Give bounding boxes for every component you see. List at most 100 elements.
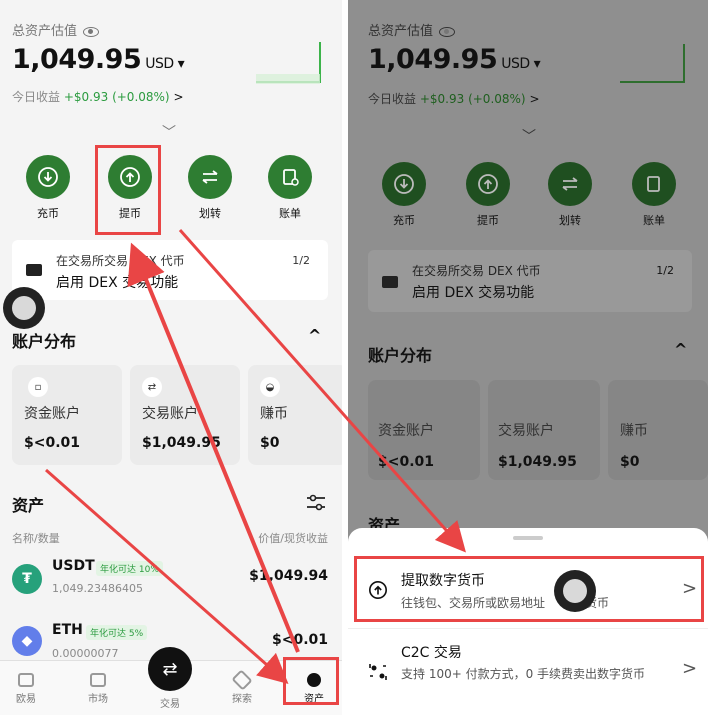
- nav-label: 交易: [160, 699, 180, 710]
- chevron-down-icon[interactable]: ﹀: [522, 126, 536, 146]
- download-icon: [26, 155, 70, 199]
- pnl-label: 今日收益: [368, 92, 417, 106]
- pnl-row[interactable]: 今日收益 +$0.93 (+0.08%) >: [368, 90, 540, 107]
- funding-account-card[interactable]: ▫ 资金账户 $<0.01: [12, 365, 122, 465]
- sparkline-chart: [620, 44, 685, 83]
- trading-account-card[interactable]: ⇄ 交易账户 $1,049.95: [130, 365, 240, 465]
- dex-banner[interactable]: 在交易所交易 DEX 代币 启用 DEX 交易功能 1/2: [368, 250, 692, 312]
- banner-line2: 启用 DEX 交易功能: [412, 285, 535, 301]
- asset-symbol: USDT: [52, 558, 95, 574]
- chevron-right-icon: >: [529, 92, 540, 106]
- total-assets-label: 总资产估值: [12, 20, 100, 39]
- asset-value: $1,049.94: [249, 568, 328, 584]
- nav-okx[interactable]: 欧易: [0, 673, 56, 705]
- sheet-divider: [348, 628, 708, 629]
- wallet-icon: [382, 276, 398, 288]
- transfer-button[interactable]: 划转: [540, 162, 600, 228]
- assets-title: 资产: [12, 496, 45, 515]
- pnl-value: +$0.93 (+0.08%): [63, 90, 170, 104]
- pnl-label: 今日收益: [12, 90, 61, 104]
- currency-dropdown[interactable]: USD ▾: [145, 56, 184, 72]
- transfer-icon: [188, 155, 232, 199]
- pnl-value: +$0.93 (+0.08%): [419, 92, 526, 106]
- card-name: 交易账户: [142, 406, 198, 422]
- bill-label: 账单: [643, 214, 665, 227]
- collapse-icon[interactable]: ^: [674, 340, 687, 359]
- eye-icon[interactable]: [439, 26, 456, 37]
- withdraw-button[interactable]: 提币: [458, 162, 518, 228]
- card-name: 交易账户: [498, 423, 554, 439]
- bag-icon: ▫: [28, 377, 48, 397]
- earn-card[interactable]: 赚币 $0: [608, 380, 708, 480]
- touch-indicator: [554, 570, 596, 612]
- bill-label: 账单: [279, 207, 301, 220]
- transfer-label: 划转: [199, 207, 221, 220]
- earn-card[interactable]: ◒ 赚币 $0: [248, 365, 342, 465]
- nav-explore[interactable]: 探索: [212, 669, 272, 705]
- card-value: $0: [620, 454, 640, 470]
- compass-icon: [231, 669, 253, 691]
- banner-line2: 启用 DEX 交易功能: [56, 275, 179, 291]
- asset-row-usdt[interactable]: ₮ USDT 年化可达 10% 1,049.23486405 $1,049.94: [0, 556, 342, 606]
- col-name-header: 名称/数量: [12, 532, 60, 545]
- dex-banner[interactable]: 在交易所交易 DEX 代币 启用 DEX 交易功能 1/2: [12, 240, 328, 300]
- bill-button[interactable]: 账单: [624, 162, 684, 228]
- card-value: $1,049.95: [498, 454, 577, 470]
- deposit-label: 充币: [393, 214, 415, 227]
- option-subtitle: 支持 100+ 付款方式，0 手续费卖出数字货币: [401, 667, 646, 681]
- card-value: $<0.01: [378, 454, 435, 470]
- distribution-title: 账户分布: [12, 332, 77, 351]
- currency-dropdown[interactable]: USD ▾: [501, 56, 540, 72]
- card-name: 资金账户: [24, 406, 80, 422]
- eth-icon: ◆: [12, 626, 42, 656]
- deposit-button[interactable]: 充币: [374, 162, 434, 228]
- balance-value: 1,049.95: [12, 44, 142, 75]
- deposit-label: 充币: [37, 207, 59, 220]
- nav-label: 市场: [88, 694, 108, 705]
- trading-account-card[interactable]: 交易账户 $1,049.95: [488, 380, 600, 480]
- asset-amount: 1,049.23486405: [52, 582, 143, 595]
- pnl-row[interactable]: 今日收益 +$0.93 (+0.08%) >: [12, 88, 184, 105]
- card-value: $0: [260, 435, 280, 451]
- chevron-right-icon: >: [682, 658, 698, 679]
- apy-tag: 年化可达 5%: [86, 625, 148, 640]
- total-label-text: 总资产估值: [368, 24, 434, 39]
- transfer-label: 划转: [559, 214, 581, 227]
- funding-account-card[interactable]: 资金账户 $<0.01: [368, 380, 480, 480]
- card-name: 资金账户: [378, 423, 434, 439]
- banner-line1: 在交易所交易 DEX 代币: [56, 254, 185, 268]
- sparkline-chart: [256, 42, 321, 84]
- withdraw-label: 提币: [477, 214, 499, 227]
- asset-symbol: ETH: [52, 622, 83, 638]
- collapse-icon[interactable]: ^: [308, 326, 321, 345]
- card-name: 赚币: [260, 406, 288, 422]
- balance-row: 1,049.95 USD ▾: [368, 44, 541, 75]
- eye-icon[interactable]: [83, 26, 100, 37]
- asset-value: $<0.01: [271, 632, 328, 648]
- chevron-right-icon: >: [173, 90, 184, 104]
- c2c-option[interactable]: C2C 交易 支持 100+ 付款方式，0 手续费卖出数字货币 >: [356, 636, 704, 706]
- col-value-header: 价值/现货收益: [258, 532, 328, 545]
- deposit-button[interactable]: 充币: [18, 155, 78, 221]
- transfer-button[interactable]: 划转: [180, 155, 240, 221]
- filter-icon[interactable]: [306, 494, 326, 516]
- bill-icon: [268, 155, 312, 199]
- card-value: $1,049.95: [142, 435, 221, 451]
- chevron-down-icon[interactable]: ﹀: [162, 122, 176, 142]
- apy-tag: 年化可达 10%: [96, 561, 163, 576]
- nav-label: 欧易: [16, 694, 36, 705]
- c2c-icon: [368, 662, 388, 686]
- banner-pager: 1/2: [292, 254, 310, 267]
- upload-icon: [466, 162, 510, 206]
- total-assets-label: 总资产估值: [368, 20, 456, 39]
- bill-icon: [632, 162, 676, 206]
- banner-pager: 1/2: [656, 264, 674, 277]
- trade-button[interactable]: ⇄: [148, 647, 192, 691]
- nav-market[interactable]: 市场: [68, 673, 128, 705]
- nav-trade[interactable]: 交易: [140, 695, 200, 710]
- swap-icon: ⇄: [142, 377, 162, 397]
- bill-button[interactable]: 账单: [260, 155, 320, 221]
- sheet-handle[interactable]: [513, 536, 543, 540]
- piggy-icon: ◒: [260, 377, 280, 397]
- total-label-text: 总资产估值: [12, 24, 78, 39]
